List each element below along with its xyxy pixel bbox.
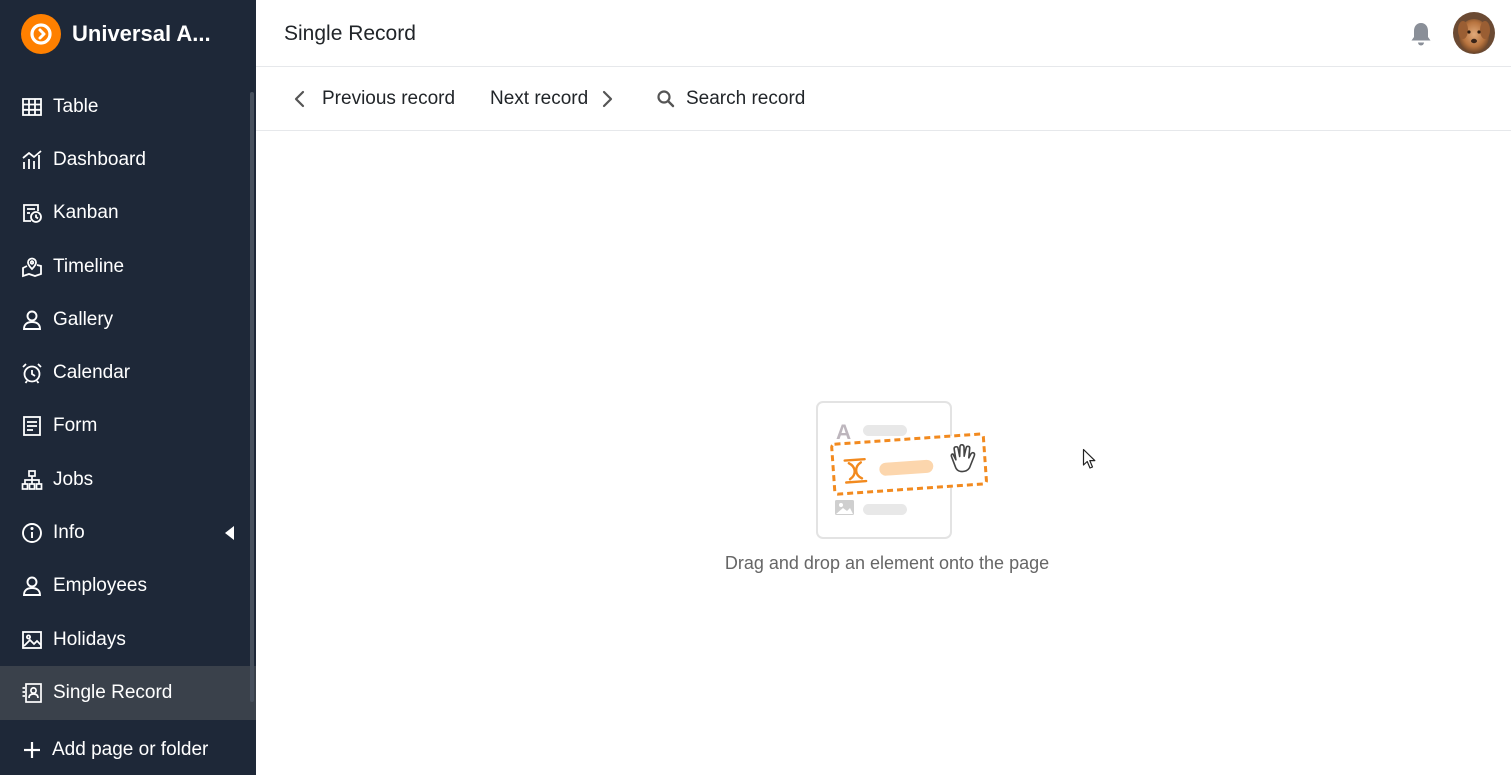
sidebar-item-label: Kanban xyxy=(53,202,119,224)
sidebar-item-holidays[interactable]: Holidays xyxy=(0,613,256,666)
info-icon xyxy=(21,522,43,544)
expand-caret-icon[interactable] xyxy=(225,526,234,541)
sidebar-item-label: Calendar xyxy=(53,362,131,384)
sidebar-item-kanban[interactable]: Kanban xyxy=(0,187,256,240)
table-icon xyxy=(21,96,43,118)
empty-state-message: Drag and drop an element onto the page xyxy=(724,553,1050,573)
app-logo-icon xyxy=(21,14,61,54)
sidebar-item-label: Table xyxy=(53,95,99,117)
chevron-left-icon xyxy=(294,90,305,108)
dashboard-icon xyxy=(21,149,43,171)
sidebar-scrollbar[interactable] xyxy=(250,92,254,702)
sidebar-item-label: Gallery xyxy=(53,308,114,330)
svg-text:A: A xyxy=(836,421,851,444)
sidebar-item-table[interactable]: Table xyxy=(0,80,256,133)
next-record-button[interactable]: Next record xyxy=(490,68,614,130)
app-name: Universal A... xyxy=(72,21,211,46)
sidebar-item-label: Single Record xyxy=(53,681,173,703)
sidebar-item-label: Form xyxy=(53,415,98,437)
user-avatar[interactable] xyxy=(1453,12,1495,54)
previous-record-label: Previous record xyxy=(322,88,456,109)
sidebar-item-label: Jobs xyxy=(53,468,94,490)
sidebar-item-info[interactable]: Info xyxy=(0,506,256,559)
app-brand[interactable]: Universal A... xyxy=(0,0,256,68)
sidebar-item-label: Timeline xyxy=(53,255,125,277)
gallery-icon xyxy=(21,309,43,331)
next-record-label: Next record xyxy=(490,88,589,109)
sidebar-item-single-record[interactable]: Single Record xyxy=(0,666,256,720)
drag-drop-illustration-icon: A xyxy=(816,401,988,539)
sidebar-item-label: Dashboard xyxy=(53,148,146,170)
mouse-pointer-icon xyxy=(1082,448,1096,469)
kanban-icon xyxy=(21,202,43,224)
add-page-label: Add page or folder xyxy=(52,739,209,760)
sidebar-item-form[interactable]: Form xyxy=(0,400,256,453)
add-page-button[interactable]: Add page or folder xyxy=(0,724,256,775)
sidebar: Universal A... Table Dashboard Kanban Ti… xyxy=(0,0,256,775)
holidays-icon xyxy=(21,629,43,651)
sidebar-item-label: Info xyxy=(53,522,85,544)
jobs-icon xyxy=(21,469,43,491)
record-toolbar: Previous record Next record Search recor… xyxy=(256,68,1511,131)
sidebar-item-label: Holidays xyxy=(53,628,126,650)
form-icon xyxy=(21,415,43,437)
plus-icon xyxy=(21,739,43,761)
chevron-right-icon xyxy=(603,90,613,108)
sidebar-item-dashboard[interactable]: Dashboard xyxy=(0,133,256,186)
sidebar-item-timeline[interactable]: Timeline xyxy=(0,240,256,293)
page-header: Single Record xyxy=(256,0,1511,67)
search-record-button[interactable]: Search record xyxy=(656,68,805,130)
search-icon xyxy=(657,90,675,108)
calendar-icon xyxy=(21,362,43,384)
sidebar-nav: Table Dashboard Kanban Timeline Gallery xyxy=(0,80,256,720)
sidebar-item-jobs[interactable]: Jobs xyxy=(0,453,256,506)
single-record-icon xyxy=(21,682,43,704)
timeline-icon xyxy=(21,256,43,278)
sidebar-item-label: Employees xyxy=(53,575,147,597)
notification-bell-icon[interactable] xyxy=(1406,20,1436,48)
sidebar-item-gallery[interactable]: Gallery xyxy=(0,293,256,346)
search-record-label: Search record xyxy=(686,88,806,109)
sidebar-item-calendar[interactable]: Calendar xyxy=(0,346,256,399)
employees-icon xyxy=(21,575,43,597)
previous-record-button[interactable]: Previous record xyxy=(293,68,455,130)
page-title: Single Record xyxy=(284,22,416,45)
sidebar-item-employees[interactable]: Employees xyxy=(0,560,256,613)
